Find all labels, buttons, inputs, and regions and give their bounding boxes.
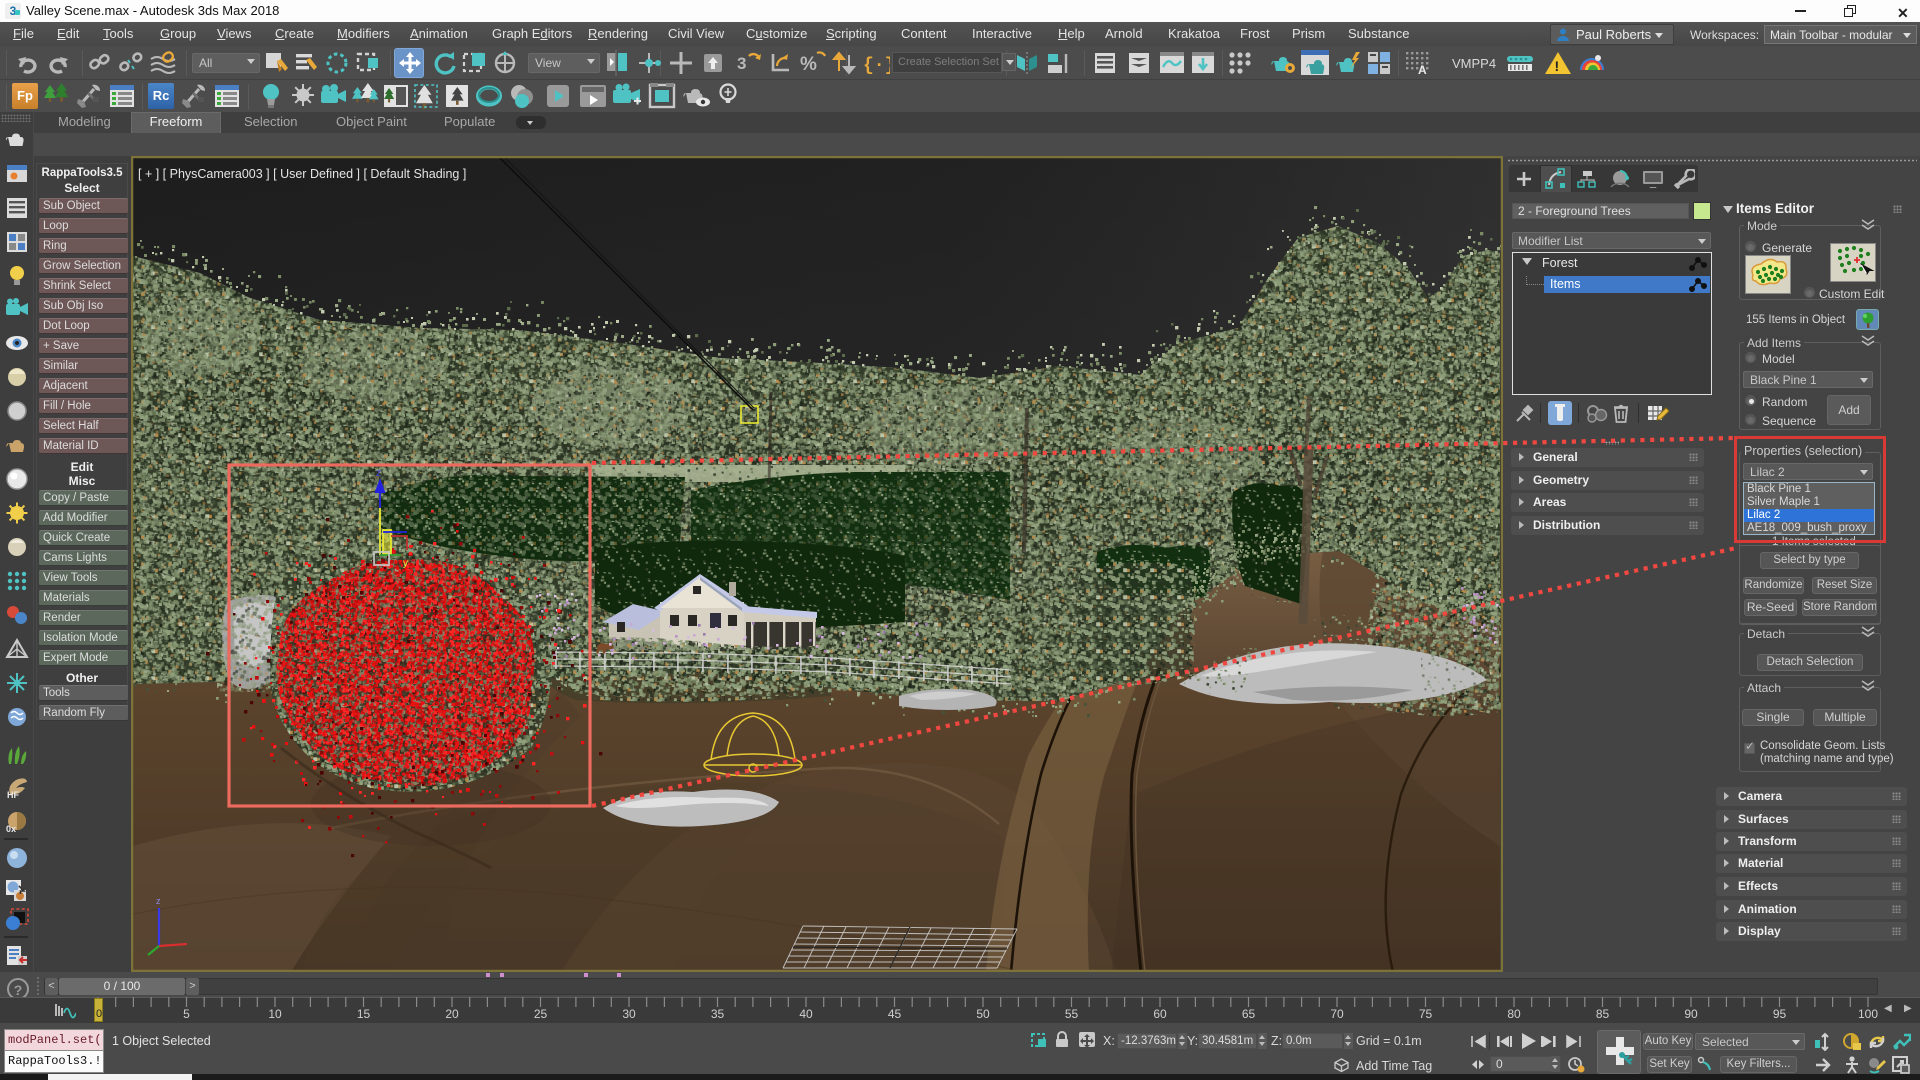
svg-text:{·}: {·} [863,56,890,76]
svg-text:HF: HF [7,790,19,800]
svg-text:z: z [156,896,161,906]
svg-text:95: 95 [1773,1007,1787,1021]
svg-text:[ + ] [ PhysCamera003 ] [ User: [ + ] [ PhysCamera003 ] [ User Defined ]… [138,167,466,181]
svg-text:40: 40 [799,1007,813,1021]
svg-text:%: % [800,54,817,75]
svg-text:y: y [403,558,408,569]
svg-text:45: 45 [888,1007,902,1021]
svg-text:!: ! [1555,58,1560,74]
svg-text:65: 65 [1242,1007,1256,1021]
svg-text:25: 25 [534,1007,548,1021]
svg-text:75: 75 [1419,1007,1433,1021]
svg-text:60: 60 [1153,1007,1167,1021]
svg-text:10: 10 [268,1007,282,1021]
svg-text:5: 5 [183,1007,190,1021]
svg-text:50: 50 [976,1007,990,1021]
svg-text:85: 85 [1596,1007,1610,1021]
svg-text:20: 20 [445,1007,459,1021]
svg-text:55: 55 [1065,1007,1079,1021]
svg-text:90: 90 [1684,1007,1698,1021]
svg-text:0x: 0x [6,824,16,834]
svg-text:z: z [376,468,381,479]
svg-text:80: 80 [1507,1007,1521,1021]
svg-text:3: 3 [737,54,746,73]
svg-text:30: 30 [622,1007,636,1021]
svg-text:70: 70 [1330,1007,1344,1021]
svg-text:100: 100 [1858,1007,1878,1021]
svg-text:15: 15 [357,1007,371,1021]
svg-text:A: A [1418,63,1427,76]
svg-text:35: 35 [711,1007,725,1021]
